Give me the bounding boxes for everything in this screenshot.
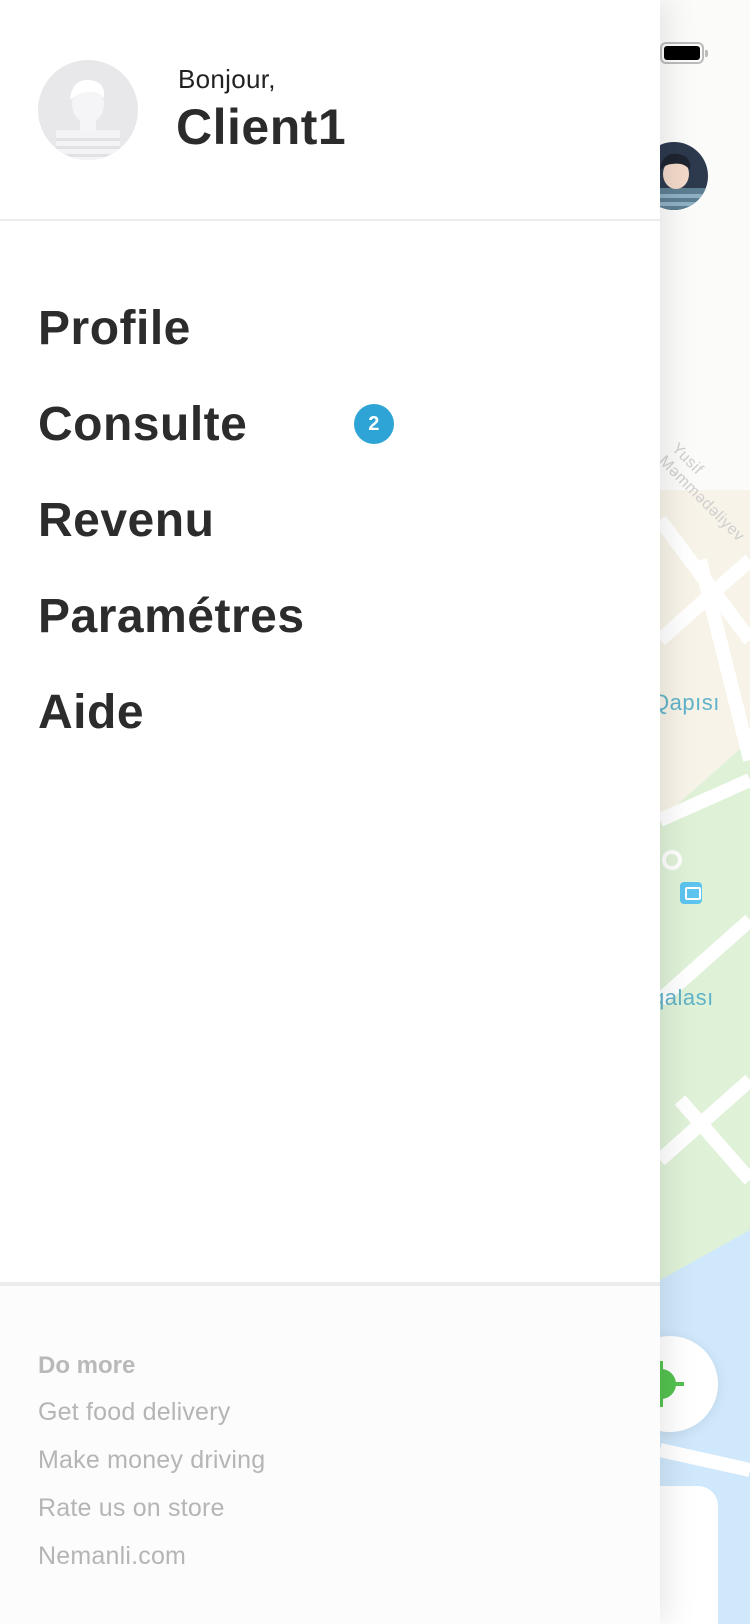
map-label-qapisi: Qapısı [652, 690, 720, 715]
notification-badge: 2 [354, 404, 394, 444]
greeting-text: Bonjour, [178, 64, 276, 94]
menu-item-label: Paramétres [38, 589, 305, 643]
menu-item-aide[interactable]: Aide [38, 664, 305, 760]
map-label-qalasi: qalası [652, 985, 714, 1010]
menu-item-revenu[interactable]: Revenu [38, 472, 305, 568]
footer-link-make-money[interactable]: Make money driving [38, 1446, 265, 1494]
menu-item-parametres[interactable]: Paramétres [38, 568, 305, 664]
footer-title: Do more [38, 1352, 136, 1379]
drawer-menu: Profile Consulte 2 Revenu Paramétres Aid… [38, 280, 394, 760]
menu-item-profile[interactable]: Profile [38, 280, 305, 376]
footer-link-rate-us[interactable]: Rate us on store [38, 1494, 265, 1542]
menu-item-label: Profile [38, 301, 191, 355]
drawer-header: Bonjour, Client1 [0, 0, 660, 221]
footer-link-food-delivery[interactable]: Get food delivery [38, 1398, 265, 1446]
drawer-footer: Do more Get food delivery Make money dri… [0, 1282, 660, 1624]
footer-link-website[interactable]: Nemanli.com [38, 1542, 265, 1590]
bus-stop-icon[interactable] [680, 882, 702, 904]
battery-icon [660, 42, 708, 64]
side-drawer: Bonjour, Client1 Profile Consulte 2 Reve… [0, 0, 660, 1624]
menu-item-label: Consulte [38, 397, 248, 451]
menu-item-consulte[interactable]: Consulte 2 [38, 376, 394, 472]
username: Client1 [176, 99, 347, 155]
avatar[interactable] [38, 60, 138, 160]
menu-item-label: Aide [38, 685, 145, 739]
user-placeholder-icon [56, 79, 120, 160]
menu-item-label: Revenu [38, 493, 215, 547]
footer-links: Get food delivery Make money driving Rat… [38, 1398, 265, 1590]
